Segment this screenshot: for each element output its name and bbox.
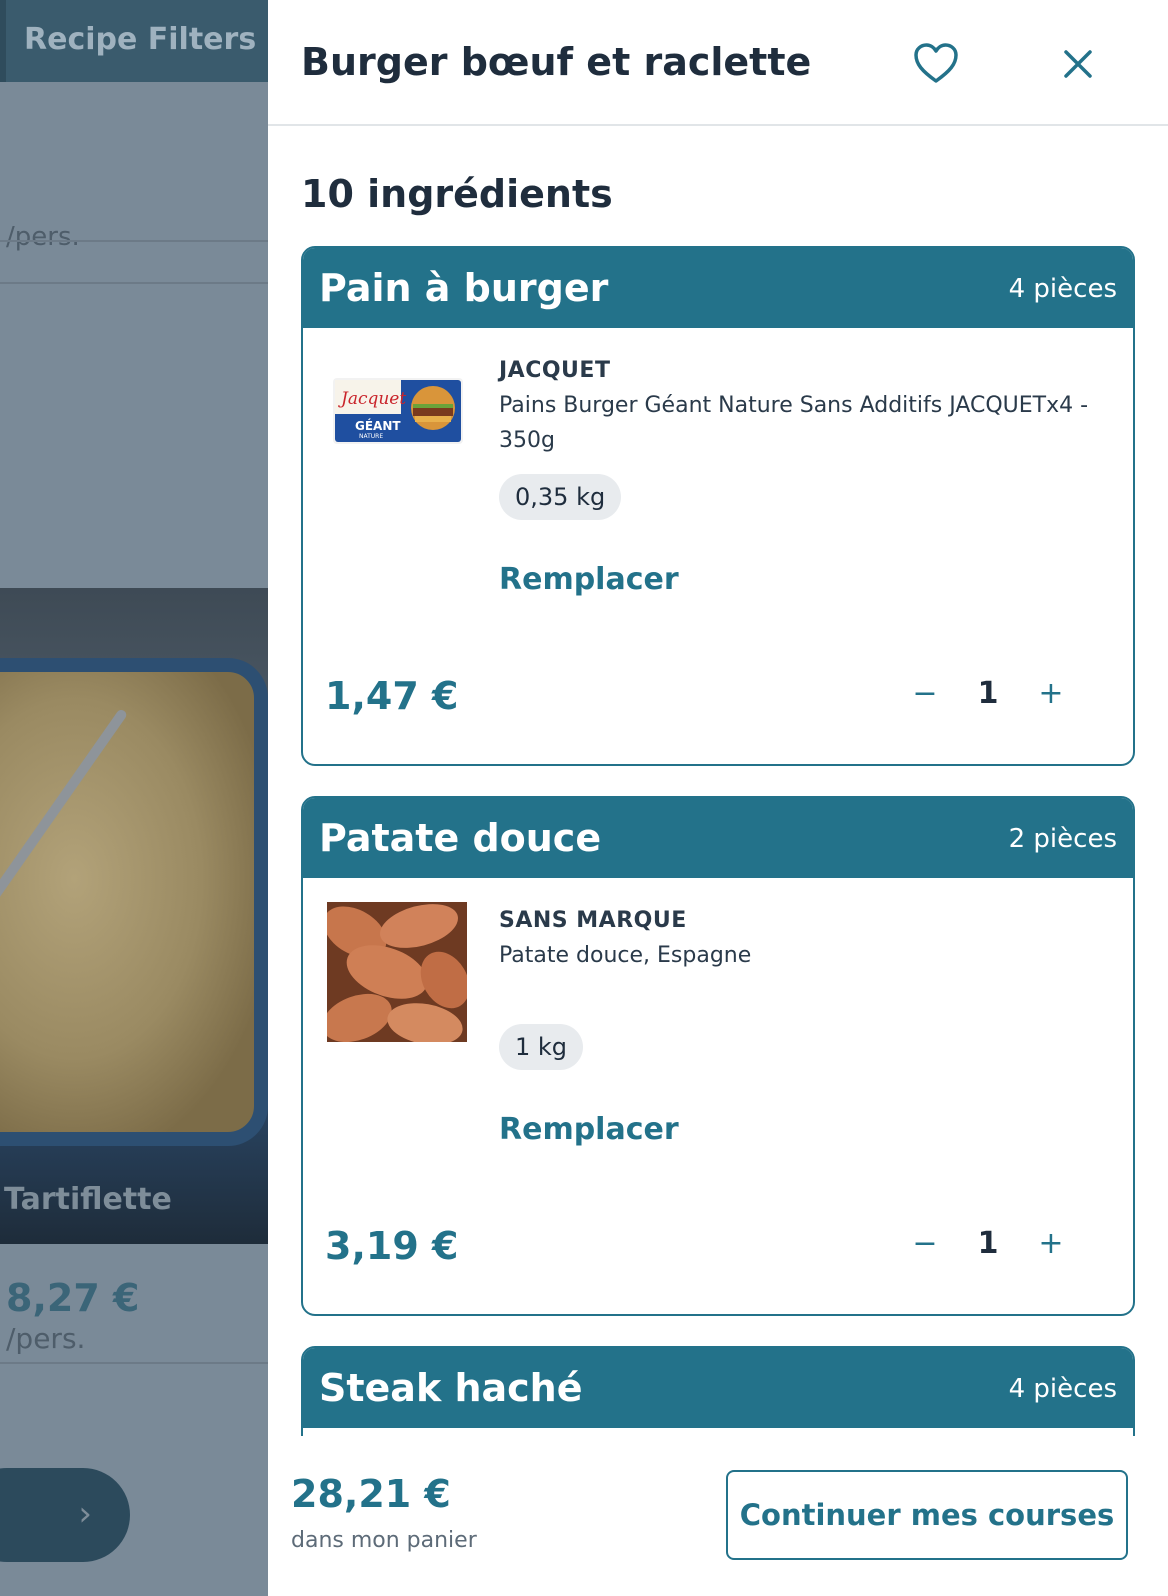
- decrement-button[interactable]: −: [903, 672, 947, 716]
- recipe-filters-tab[interactable]: Recipe Filters: [0, 0, 268, 82]
- decrement-button[interactable]: −: [903, 1222, 947, 1266]
- sweet-potatoes-image: [322, 902, 470, 1045]
- product-description: Pains Burger Géant Nature Sans Additifs …: [499, 393, 1089, 453]
- product-description: Patate douce, Espagne: [499, 943, 752, 968]
- cart-footer: 28,21 € dans mon panier Continuer mes co…: [268, 1436, 1168, 1596]
- svg-text:Jacquet: Jacquet: [338, 389, 406, 409]
- continue-shopping-button[interactable]: Continuer mes courses: [726, 1470, 1128, 1560]
- divider: [0, 1362, 268, 1364]
- divider: [0, 240, 268, 242]
- ingredient-name: Patate douce: [319, 816, 602, 860]
- product-image[interactable]: Jacquet GÉANT NATURE: [333, 364, 463, 462]
- replace-button[interactable]: Remplacer: [499, 562, 679, 597]
- bg-next-button[interactable]: ›: [0, 1468, 130, 1562]
- ingredient-name: Steak haché: [319, 1366, 583, 1410]
- tartiflette-photo[interactable]: [0, 588, 268, 1244]
- product-weight-badge: 1 kg: [499, 1024, 584, 1070]
- ingredient-card-header: Steak haché 4 pièces: [303, 1348, 1133, 1428]
- ingredient-card: Patate douce 2 pièces SANS MARQUE Patate…: [301, 796, 1135, 1316]
- recipe-panel: Burger bœuf et raclette 10 ingrédients P…: [268, 0, 1168, 1596]
- divider: [0, 282, 268, 284]
- product-brand: SANS MARQUE: [499, 908, 687, 933]
- product-price: 1,47 €: [325, 674, 459, 718]
- ingredient-card-header: Patate douce 2 pièces: [303, 798, 1133, 878]
- background-page: Recipe Filters /pers. Tartiflette 8,27 €…: [0, 0, 268, 1596]
- close-icon: [1064, 50, 1092, 78]
- ingredient-quantity: 4 pièces: [1008, 1374, 1117, 1404]
- bg-recipe-title[interactable]: Tartiflette: [4, 1182, 172, 1217]
- increment-button[interactable]: +: [1029, 1222, 1073, 1266]
- bg-recipe-price: 8,27 €: [6, 1276, 140, 1320]
- cart-total-label: dans mon panier: [291, 1528, 477, 1553]
- jacquet-package-image: Jacquet GÉANT NATURE: [333, 378, 463, 444]
- ingredient-quantity: 4 pièces: [1008, 274, 1117, 304]
- quantity-value: 1: [977, 1226, 999, 1261]
- replace-button[interactable]: Remplacer: [499, 1112, 679, 1147]
- ingredient-card-header: Pain à burger 4 pièces: [303, 248, 1133, 328]
- bg-pers-label: /pers.: [6, 1322, 86, 1355]
- quantity-stepper: − 1 +: [903, 672, 1073, 716]
- svg-text:GÉANT: GÉANT: [355, 418, 401, 433]
- panel-title: Burger bœuf et raclette: [301, 40, 812, 84]
- heart-outline-icon: [914, 43, 958, 83]
- bg-pers-label-top: /pers.: [6, 222, 80, 252]
- recipe-filters-label: Recipe Filters: [24, 22, 257, 57]
- ingredient-quantity: 2 pièces: [1008, 824, 1117, 854]
- ingredient-card: Pain à burger 4 pièces Jacquet GÉANT NAT…: [301, 246, 1135, 766]
- ingredient-name: Pain à burger: [319, 266, 609, 310]
- panel-header: Burger bœuf et raclette: [268, 0, 1168, 126]
- chevron-right-icon: ›: [78, 1494, 92, 1534]
- increment-button[interactable]: +: [1029, 672, 1073, 716]
- svg-text:NATURE: NATURE: [359, 433, 383, 440]
- product-brand: JACQUET: [499, 358, 611, 383]
- close-button[interactable]: [1054, 40, 1102, 88]
- quantity-value: 1: [977, 676, 999, 711]
- quantity-stepper: − 1 +: [903, 1222, 1073, 1266]
- cart-total: 28,21 €: [291, 1472, 451, 1516]
- product-price: 3,19 €: [325, 1224, 459, 1268]
- favorite-button[interactable]: [912, 40, 960, 88]
- product-weight-badge: 0,35 kg: [499, 474, 622, 520]
- product-image[interactable]: [322, 902, 470, 1045]
- ingredient-count: 10 ingrédients: [301, 172, 613, 216]
- baking-dish: [0, 658, 268, 1146]
